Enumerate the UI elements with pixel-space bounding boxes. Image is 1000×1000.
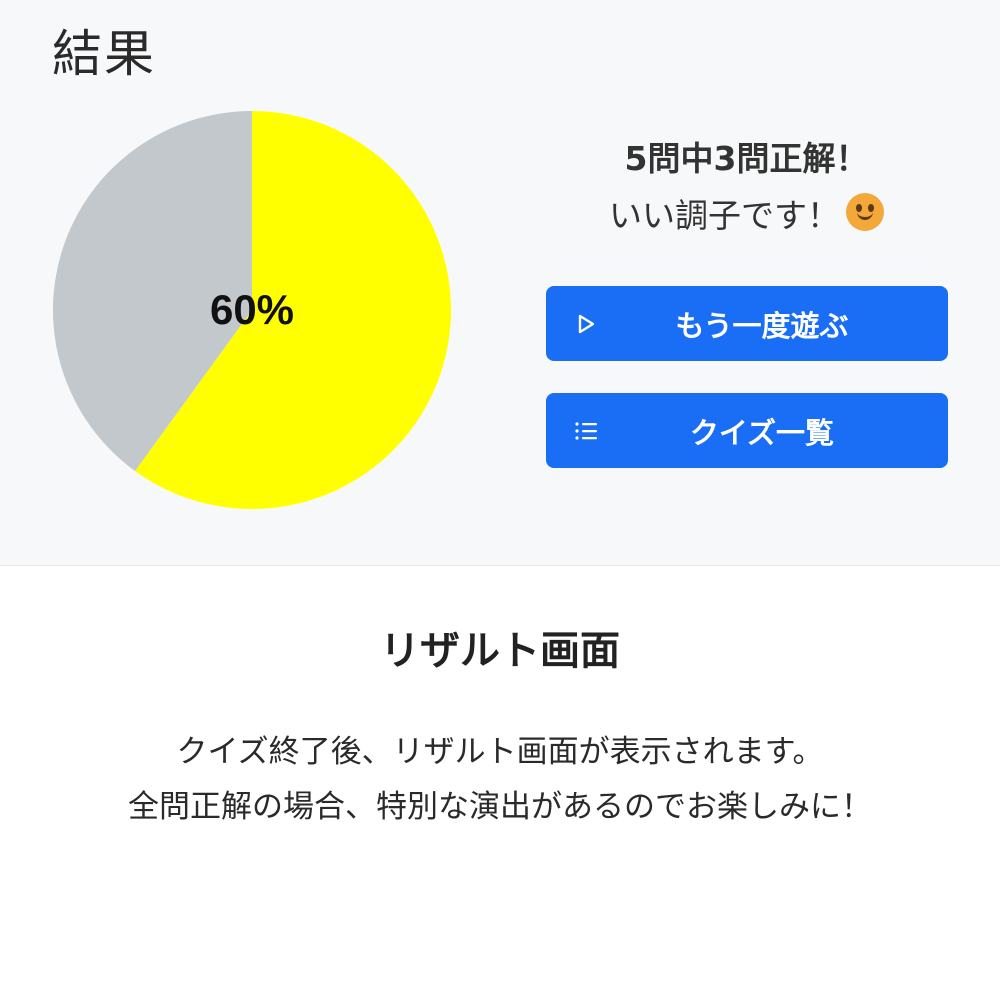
encouragement-line: いい調子です！: [545, 187, 948, 244]
caption-description: クイズ終了後、リザルト画面が表示されます。 全問正解の場合、特別な演出があるので…: [0, 725, 1000, 835]
result-panel: 結果 60% 5問中3問正解！ いい調子です！ もう一度遊ぶ クイズ一覧: [0, 0, 1000, 566]
quiz-list-button[interactable]: クイズ一覧: [546, 393, 948, 468]
caption-title: リザルト画面: [380, 628, 620, 674]
pie-chart-svg: 60%: [52, 111, 452, 509]
play-again-label: もう一度遊ぶ: [675, 308, 849, 343]
page-title: 結果: [52, 25, 156, 83]
caption-line-1: クイズ終了後、リザルト画面が表示されます。: [176, 734, 824, 770]
score-pie-chart: 60%: [52, 110, 452, 510]
smiley-face-icon: [846, 193, 884, 231]
quiz-list-label: クイズ一覧: [689, 415, 835, 450]
caption-line-2: 全問正解の場合、特別な演出があるのでお楽しみに！: [128, 789, 872, 825]
score-summary: 5問中3問正解！ いい調子です！: [545, 130, 948, 244]
pie-center-label: 60%: [210, 286, 294, 333]
encouragement-message: いい調子です！: [609, 196, 840, 235]
score-text: 5問中3問正解！: [624, 139, 869, 178]
play-again-button[interactable]: もう一度遊ぶ: [546, 286, 948, 361]
